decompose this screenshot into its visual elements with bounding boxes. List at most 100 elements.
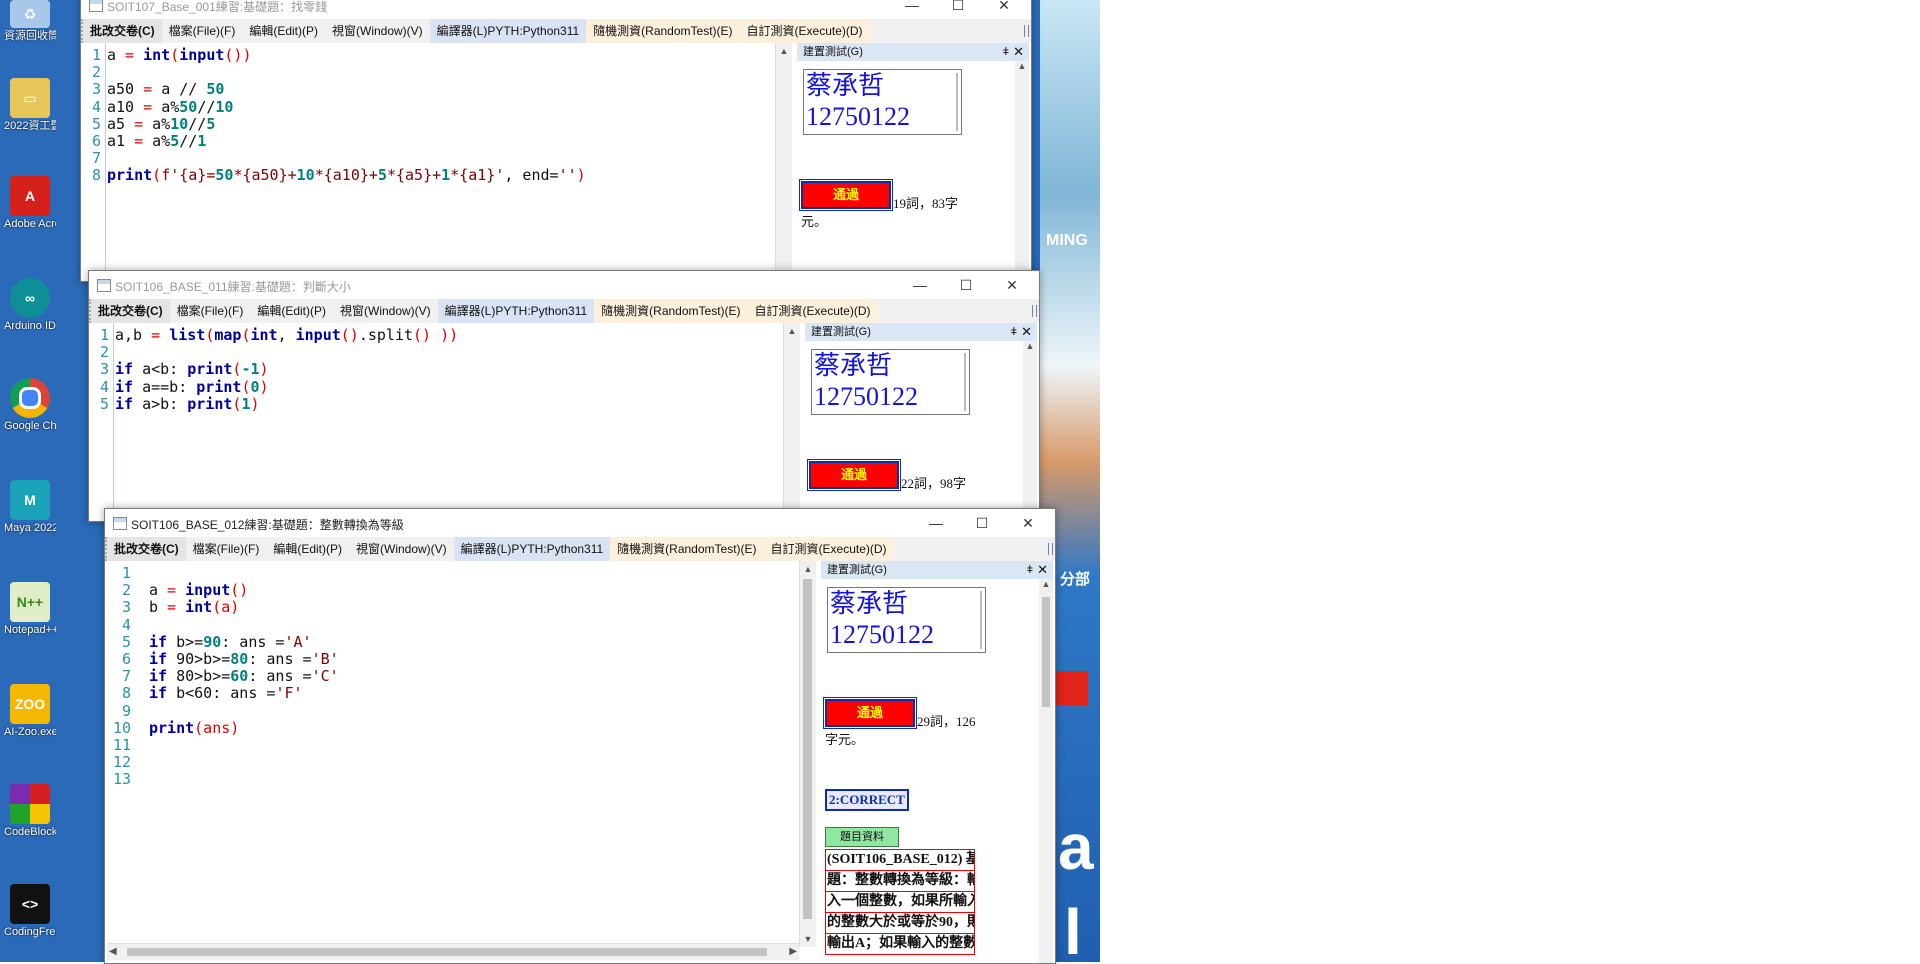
code-token: input [185,581,231,600]
scroll-up-arrow[interactable]: ▲ [1039,579,1053,589]
menu-execute[interactable]: 自訂測資(Execute)(D) [739,19,870,43]
menu-edit[interactable]: 編輯(Edit)(P) [266,537,349,561]
close-button[interactable]: ✕ [1005,509,1051,537]
code-editor[interactable]: 1a = int(input()) 2 3 a50 = a // 50 4 a10 = a… [83,43,773,279]
code-token: a [107,46,117,64]
pass-badge[interactable]: 通過 [799,179,893,211]
code-editor[interactable]: 12a = input() 3 b = int(a) 4 5 if b>=90: ans … [107,561,797,943]
menu-compiler[interactable]: 編譯器(L)PYTH:Python311 [453,537,611,561]
code-line: 5 a5 = a%10//5 [83,114,215,133]
menu-window[interactable]: 視窗(Window)(V) [349,537,454,561]
code-token: () )) [413,326,459,344]
close-button[interactable]: ✕ [981,0,1027,19]
menu-random-test[interactable]: 隨機測資(RandomTest)(E) [586,19,740,43]
desktop-icon-codeblocks[interactable]: CodeBlocks [4,784,56,838]
scroll-down-arrow[interactable]: ▼ [800,931,816,947]
menu-random-test[interactable]: 隨機測資(RandomTest)(E) [594,299,748,323]
maximize-button[interactable]: ☐ [935,0,981,19]
menu-file[interactable]: 檔案(File)(F) [162,19,243,43]
menu-window[interactable]: 視窗(Window)(V) [325,19,430,43]
pass-badge[interactable]: 通過 [823,697,917,729]
editor-vertical-scrollbar[interactable]: ▲ [783,323,800,519]
desktop-icon-folder[interactable]: ▭ 2022資工暨 系測上課數... [4,78,56,132]
window-titlebar[interactable]: SOIT107_Base_001練習:基礎題：找零錢 — ☐ ✕ [81,0,1031,19]
menu-commit[interactable]: 批改交卷(C) [105,537,186,561]
menu-execute[interactable]: 自訂測資(Execute)(D) [763,537,894,561]
desktop-icon-recycle-bin[interactable]: ♻ 資源回收筒 [4,0,56,42]
code-token: 10 [170,114,189,133]
close-button[interactable]: ✕ [989,271,1035,299]
panel-scrollbar[interactable]: ▲ [1015,61,1029,279]
menu-compiler[interactable]: 編譯器(L)PYTH:Python311 [437,299,595,323]
question-line: 入一個整數，如果所輸入 [825,892,975,913]
line-number: 2 [91,63,101,82]
build-test-panel: 建置測試(G) ǂ ✕ 蔡承哲 12750122 通過 19詞，83字 元。 ▲ [797,43,1029,279]
code-token: int [250,326,278,344]
desktop-icon-codingfree[interactable]: <> CodingFre... 捷徑 [4,884,56,938]
editor-horizontal-scrollbar[interactable]: ◀ ▶ [107,943,799,960]
scroll-right-arrow[interactable]: ▶ [789,944,797,960]
menu-compiler[interactable]: 編譯器(L)PYTH:Python311 [429,19,587,43]
menu-file[interactable]: 檔案(File)(F) [170,299,251,323]
code-token: = [134,97,162,116]
editor-vertical-scrollbar[interactable]: ▲ ▼ [799,561,816,947]
stat-text-cont: 元。 [801,214,828,229]
scroll-up-arrow[interactable]: ▲ [1023,341,1037,351]
code-token: : ans = [221,632,285,651]
scroll-up-arrow[interactable]: ▲ [800,561,816,577]
pin-icon[interactable]: ǂ [1011,323,1017,341]
code-token: (a) [212,598,240,617]
minimize-button[interactable]: — [889,0,935,19]
desktop-icon-chrome[interactable]: Google Chrome [4,378,56,432]
menu-random-test[interactable]: 隨機測資(RandomTest)(E) [610,537,764,561]
pin-icon[interactable]: ǂ [1003,43,1009,61]
codingfree-icon: <> [10,884,50,924]
menu-commit[interactable]: 批改交卷(C) [81,19,162,43]
menu-file[interactable]: 檔案(File)(F) [186,537,267,561]
code-token: 'F' [275,684,303,703]
panel-header: 建置測試(G) ǂ ✕ [821,561,1053,579]
line-number: 6 [91,132,101,150]
panel-close-icon[interactable]: ✕ [1013,43,1024,61]
question-line: 的整數大於或等於90，則 [825,913,975,934]
pin-icon[interactable]: ǂ [1027,561,1033,579]
maximize-button[interactable]: ☐ [959,509,1005,537]
scroll-up-arrow[interactable]: ▲ [1015,61,1029,71]
menu-edit[interactable]: 編輯(Edit)(P) [250,299,333,323]
scroll-thumb[interactable] [1042,597,1050,707]
question-info-button[interactable]: 題目資料 [825,827,899,847]
desktop-icon-zoo[interactable]: ZOO AI-Zoo.exe - 捷徑 [4,684,56,738]
panel-scrollbar[interactable]: ▲ [1023,341,1037,519]
minimize-button[interactable]: — [913,509,959,537]
panel-close-icon[interactable]: ✕ [1021,323,1032,341]
desktop-icon-adobe-acrobat[interactable]: A Adobe Acrobat [4,176,56,230]
code-token: a% [152,132,171,150]
minimize-button[interactable]: — [897,271,943,299]
menu-grip [1048,543,1053,555]
menu-window[interactable]: 視窗(Window)(V) [333,299,438,323]
code-line: 1 a,b = list(map(int, input().split() )) [91,327,458,344]
scroll-left-arrow[interactable]: ◀ [109,944,117,960]
menu-edit[interactable]: 編輯(Edit)(P) [242,19,325,43]
desktop-icon-maya[interactable]: M Maya 2022 [4,480,56,534]
scroll-thumb[interactable] [803,579,812,919]
code-line: 13 [107,771,149,788]
editor-vertical-scrollbar[interactable]: ▲ [775,43,792,279]
desktop-icon-arduino[interactable]: ∞ Arduino IDE [4,278,56,332]
scroll-thumb[interactable] [127,948,767,956]
menu-commit[interactable]: 批改交卷(C) [89,299,170,323]
window-titlebar[interactable]: SOIT106_BASE_012練習:基礎題：整數轉換為等級 — ☐ ✕ [105,509,1055,537]
scroll-up-arrow[interactable]: ▲ [776,43,792,59]
code-token: a% [152,114,171,133]
student-name: 蔡承哲 [814,351,893,380]
code-token: 50 [179,97,198,116]
window-titlebar[interactable]: SOIT106_BASE_011練習:基礎題：判斷大小 — ☐ ✕ [89,271,1039,299]
code-editor[interactable]: 1 a,b = list(map(int, input().split() )) 2… [91,323,781,519]
desktop-icon-notepad-plus-plus[interactable]: N++ Notepad++ [4,582,56,636]
panel-scrollbar[interactable]: ▲ [1039,579,1053,963]
panel-close-icon[interactable]: ✕ [1037,561,1048,579]
scroll-up-arrow[interactable]: ▲ [784,323,800,339]
pass-badge[interactable]: 通過 [807,459,901,491]
maximize-button[interactable]: ☐ [943,271,989,299]
menu-execute[interactable]: 自訂測資(Execute)(D) [747,299,878,323]
